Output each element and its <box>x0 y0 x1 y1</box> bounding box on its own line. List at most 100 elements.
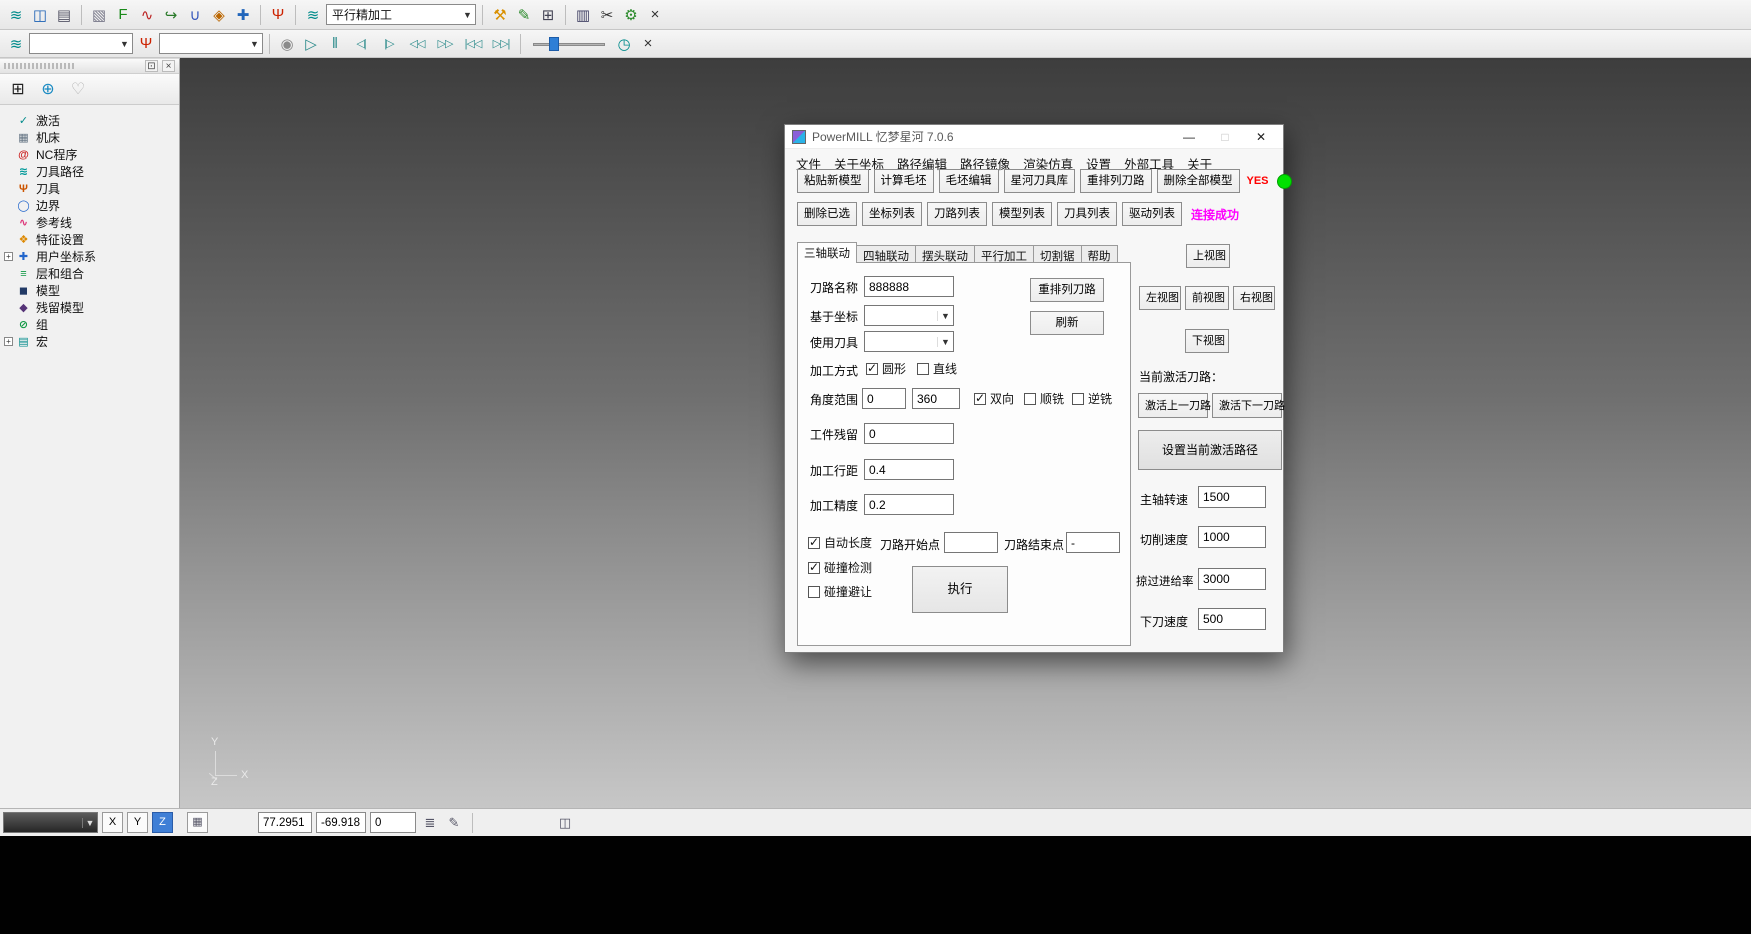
tree-item-tools[interactable]: Ψ 刀具 <box>2 180 177 197</box>
fast-forward-icon[interactable]: ▷▷ <box>432 33 458 55</box>
collision-avoid-checkbox[interactable]: 碰撞避让 <box>808 584 872 599</box>
tab-saw[interactable]: 切割锯 <box>1033 245 1082 263</box>
list-icon[interactable]: ≣ <box>420 815 440 831</box>
axis-x-button[interactable]: X <box>102 812 123 833</box>
set-active-path-button[interactable]: 设置当前激活路径 <box>1138 430 1282 470</box>
calculator-icon[interactable]: ⊞ <box>537 4 559 26</box>
delete-selected-button[interactable]: 删除已选 <box>797 202 857 226</box>
strategy-dropdown[interactable]: 平行精加工 ▼ <box>326 4 476 25</box>
layers-icon[interactable]: ≋ <box>5 33 27 55</box>
view-left-button[interactable]: 左视图 <box>1139 286 1181 310</box>
pen-icon[interactable]: ✎ <box>444 815 464 831</box>
tolerance-input[interactable] <box>864 494 954 515</box>
toolbar-close-icon[interactable]: × <box>644 4 666 26</box>
delete-all-models-button[interactable]: 删除全部模型 <box>1157 169 1240 193</box>
cutter-icon[interactable]: Ψ <box>135 33 157 55</box>
minimize-button[interactable]: — <box>1174 127 1204 147</box>
sim-speed-slider[interactable] <box>533 35 605 53</box>
panel-close-icon[interactable]: × <box>162 60 175 72</box>
tree-item-models[interactable]: ◼ 模型 <box>2 282 177 299</box>
calc-block-button[interactable]: 计算毛坯 <box>874 169 934 193</box>
tab-3axis[interactable]: 三轴联动 <box>797 242 857 263</box>
close-button[interactable]: ✕ <box>1246 127 1276 147</box>
activate-next-toolpath-button[interactable]: 激活下一刀路 <box>1212 393 1282 418</box>
view-front-button[interactable]: 前视图 <box>1185 286 1229 310</box>
axis-y-button[interactable]: Y <box>127 812 148 833</box>
tree-item-patterns[interactable]: ∿ 参考线 <box>2 214 177 231</box>
start-point-input[interactable] <box>944 532 998 553</box>
conventional-checkbox[interactable]: 逆铣 <box>1072 391 1112 406</box>
toolpath-icon[interactable]: ∿ <box>136 4 158 26</box>
grid-icon[interactable]: ▦ <box>187 812 208 833</box>
device-icon[interactable]: ◫ <box>555 815 575 831</box>
tab-4axis[interactable]: 四轴联动 <box>856 245 916 263</box>
tool-icon[interactable]: Ψ <box>267 4 289 26</box>
tree-view-icon[interactable]: ⊞ <box>7 78 29 100</box>
tree-item-activate[interactable]: ✓ 激活 <box>2 112 177 129</box>
paste-new-model-button[interactable]: 粘贴新模型 <box>797 169 869 193</box>
maximize-button[interactable]: □ <box>1210 127 1240 147</box>
tree-item-machine-tool[interactable]: ▦ 机床 <box>2 129 177 146</box>
line-checkbox[interactable]: 直线 <box>917 361 957 376</box>
tool-list-button[interactable]: 刀具列表 <box>1057 202 1117 226</box>
tab-parallel[interactable]: 平行加工 <box>974 245 1034 263</box>
block-icon[interactable]: ▧ <box>88 4 110 26</box>
tree-item-levels-sets[interactable]: ≡ 层和组合 <box>2 265 177 282</box>
clock-icon[interactable]: ◷ <box>613 33 635 55</box>
status-combo[interactable]: ▼ <box>3 812 98 833</box>
cutting-feed-input[interactable] <box>1198 526 1266 548</box>
tree-item-boundaries[interactable]: ◯ 边界 <box>2 197 177 214</box>
coord-z-input[interactable] <box>370 812 416 833</box>
tree-item-workplanes[interactable]: + ✚ 用户坐标系 <box>2 248 177 265</box>
coord-y-input[interactable] <box>316 812 366 833</box>
angle-to-input[interactable] <box>912 388 960 409</box>
axis-z-button[interactable]: Z <box>152 812 173 833</box>
climb-checkbox[interactable]: 顺铣 <box>1024 391 1064 406</box>
tree-item-macros[interactable]: + ▤ 宏 <box>2 333 177 350</box>
strategies-icon[interactable]: ≋ <box>302 4 324 26</box>
step-back-icon[interactable]: ◁| <box>348 33 374 55</box>
view-bottom-button[interactable]: 下视图 <box>1185 329 1229 353</box>
tab-tilt-head[interactable]: 摆头联动 <box>915 245 975 263</box>
tab-help[interactable]: 帮助 <box>1081 245 1118 263</box>
plunge-feed-input[interactable] <box>1198 608 1266 630</box>
expand-toggle[interactable]: + <box>4 252 13 261</box>
pause-icon[interactable]: ‖ <box>324 33 346 55</box>
collision-check-checkbox[interactable]: 碰撞检测 <box>808 560 872 575</box>
gears-icon[interactable]: ⚙ <box>620 4 642 26</box>
favorites-icon[interactable]: ♡ <box>67 78 89 100</box>
end-point-input[interactable] <box>1066 532 1120 553</box>
step-forward-icon[interactable]: |▷ <box>376 33 402 55</box>
edit-icon[interactable]: ✎ <box>513 4 535 26</box>
print-icon[interactable]: ▤ <box>53 4 75 26</box>
bulb-icon[interactable]: ◉ <box>276 33 298 55</box>
stepover-input[interactable] <box>864 459 954 480</box>
wrench-icon[interactable]: ⚒ <box>489 4 511 26</box>
view-right-button[interactable]: 右视图 <box>1233 286 1275 310</box>
tree-item-nc-programs[interactable]: @ NC程序 <box>2 146 177 163</box>
model-list-button[interactable]: 模型列表 <box>992 202 1052 226</box>
activate-prev-toolpath-button[interactable]: 激活上一刀路 <box>1138 393 1208 418</box>
tree-item-feature-sets[interactable]: ❖ 特征设置 <box>2 231 177 248</box>
bidirectional-checkbox[interactable]: 双向 <box>974 391 1014 406</box>
use-tool-dropdown[interactable]: ▼ <box>864 331 954 352</box>
toolpath-name-input[interactable] <box>864 276 954 297</box>
skim-feed-input[interactable] <box>1198 568 1266 590</box>
base-coord-dropdown[interactable]: ▼ <box>864 305 954 326</box>
leads-links-icon[interactable]: ↪ <box>160 4 182 26</box>
coord-list-button[interactable]: 坐标列表 <box>862 202 922 226</box>
toolpath-dropdown[interactable]: ▼ <box>29 33 133 54</box>
save-icon[interactable]: ◫ <box>29 4 51 26</box>
skip-to-start-icon[interactable]: |◁◁ <box>460 33 486 55</box>
play-icon[interactable]: ▷ <box>300 33 322 55</box>
slider-handle[interactable] <box>549 37 559 51</box>
tool-library-button[interactable]: 星河刀具库 <box>1004 169 1076 193</box>
stock-allowance-input[interactable] <box>864 423 954 444</box>
globe-icon[interactable]: ⊕ <box>37 78 59 100</box>
panel-grip[interactable] <box>4 63 74 69</box>
tree-item-toolpaths[interactable]: ≋ 刀具路径 <box>2 163 177 180</box>
angle-from-input[interactable] <box>862 388 906 409</box>
feedrate-icon[interactable]: F <box>112 4 134 26</box>
expand-toggle[interactable]: + <box>4 337 13 346</box>
skip-to-end-icon[interactable]: ▷▷| <box>488 33 514 55</box>
